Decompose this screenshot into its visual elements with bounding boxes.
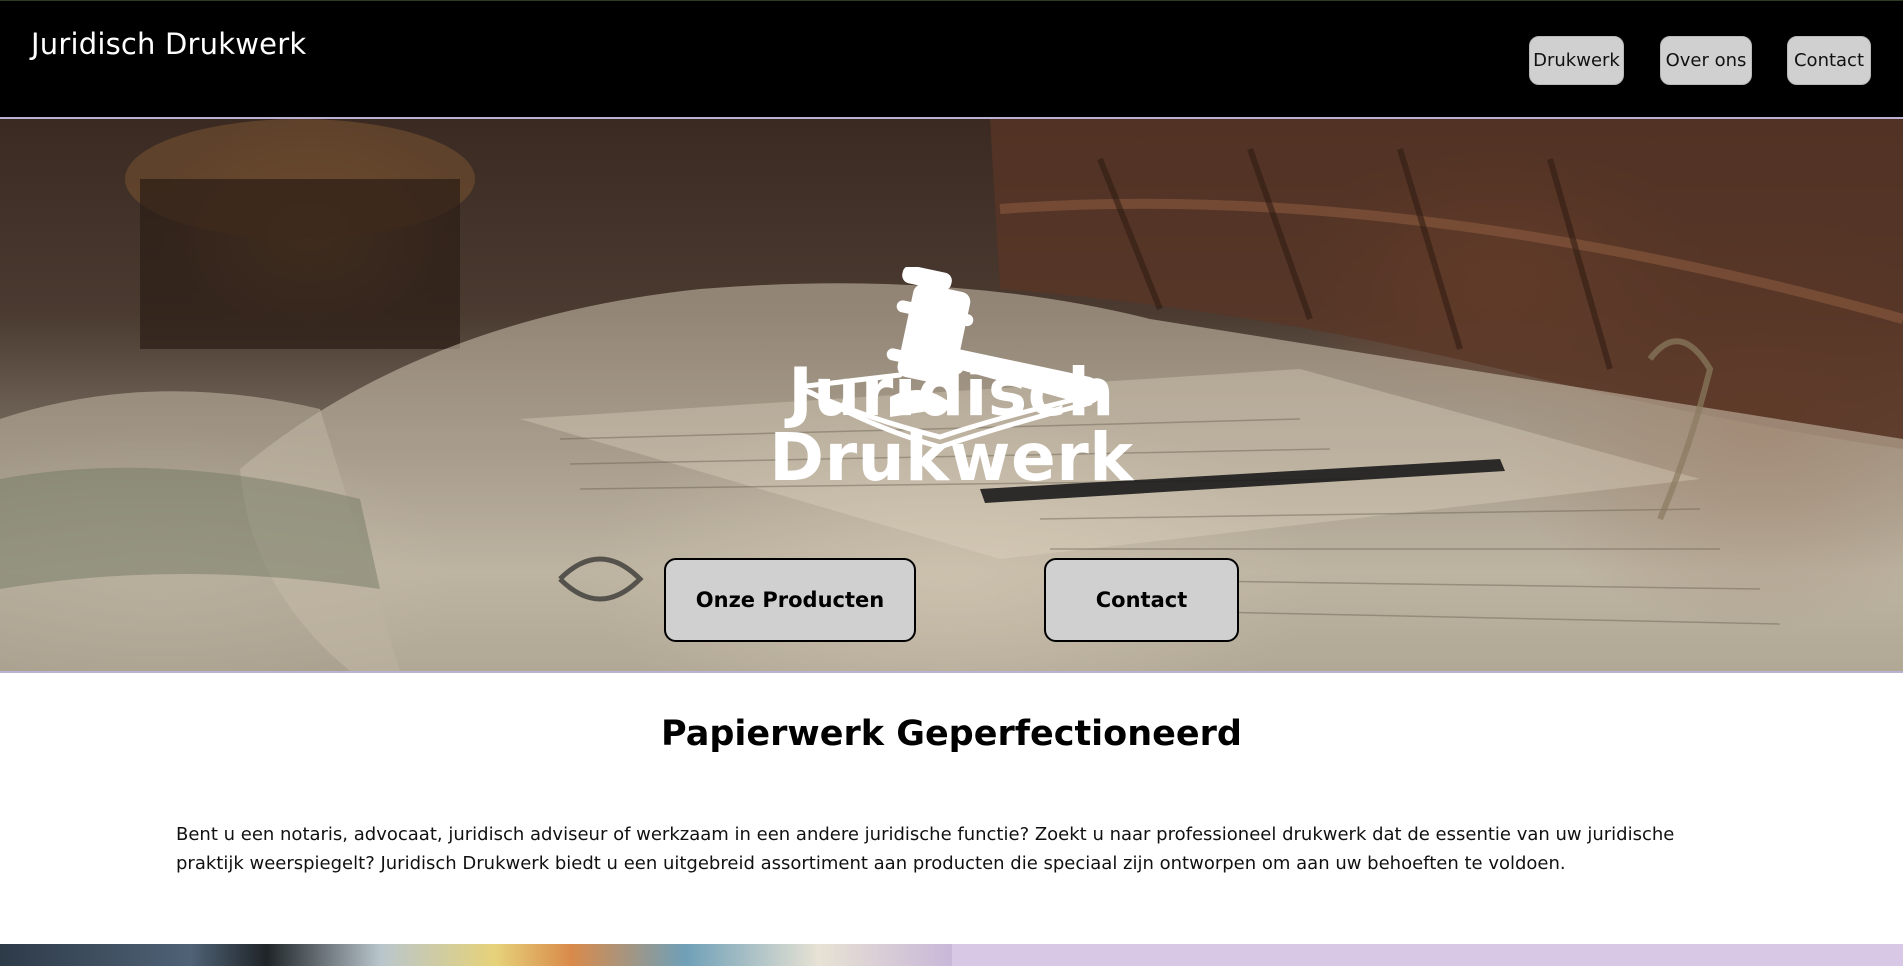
- hero-banner: Juridisch Drukwerk: [0, 117, 1903, 673]
- section-title: Papierwerk Geperfectioneerd: [661, 714, 1242, 754]
- nav-drukwerk-button[interactable]: Drukwerk: [1529, 36, 1624, 85]
- product-image-strip: [0, 944, 952, 966]
- onze-producten-button[interactable]: Onze Producten: [664, 558, 916, 642]
- hero-logo-title-line1: Juridisch: [788, 354, 1115, 431]
- nav-over-ons-button[interactable]: Over ons: [1660, 36, 1752, 85]
- intro-paragraph: Bent u een notaris, advocaat, juridisch …: [176, 824, 1675, 874]
- lavender-panel: [952, 944, 1903, 966]
- site-brand-link[interactable]: Juridisch Drukwerk: [31, 27, 306, 61]
- hero-contact-button[interactable]: Contact: [1044, 558, 1239, 642]
- top-navigation-bar: Juridisch Drukwerk Drukwerk Over ons Con…: [0, 0, 1903, 117]
- hero-logo-title-line2: Drukwerk: [769, 419, 1134, 496]
- nav-contact-button[interactable]: Contact: [1787, 36, 1871, 85]
